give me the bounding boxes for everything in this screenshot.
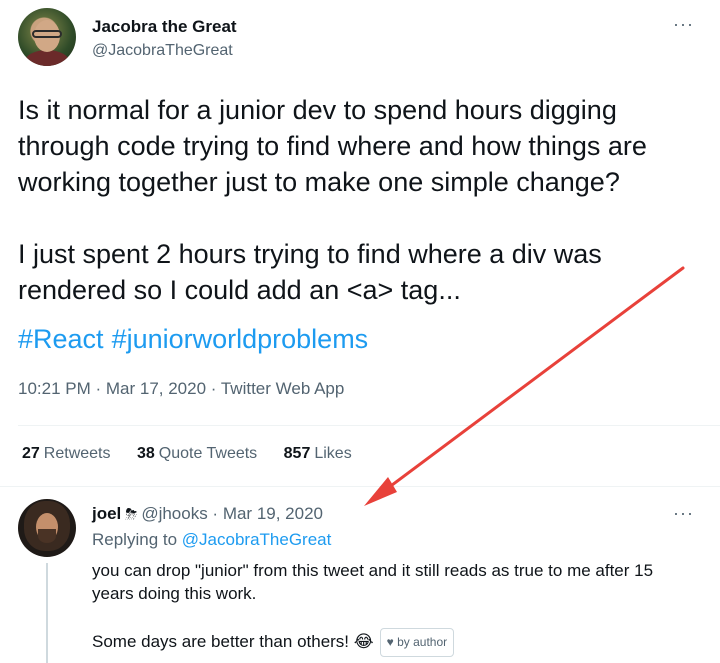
retweets-count: 27 bbox=[22, 445, 40, 462]
likes-label: Likes bbox=[314, 445, 352, 462]
quote-tweets-stat[interactable]: 38 Quote Tweets bbox=[137, 445, 257, 462]
hashtags: #React #juniorworldproblems bbox=[18, 324, 376, 355]
liked-by-author-badge: ♥ by author bbox=[379, 628, 455, 657]
quote-tweets-label: Quote Tweets bbox=[158, 445, 258, 462]
tweet-text-line: I just spent 2 hours trying to find wher… bbox=[18, 239, 602, 269]
likes-count: 857 bbox=[283, 445, 311, 462]
hashtag-react[interactable]: #React bbox=[18, 324, 104, 354]
more-options-icon[interactable]: ··· bbox=[673, 14, 694, 35]
author-name[interactable]: Jacobra the Great bbox=[92, 17, 237, 37]
tweet-timestamp[interactable]: 10:21 PM · Mar 17, 2020 · Twitter Web Ap… bbox=[18, 379, 344, 399]
tweet-text: Is it normal for a junior dev to spend h… bbox=[18, 92, 698, 308]
retweets-stat[interactable]: 27 Retweets bbox=[22, 445, 111, 462]
replying-to-label: Replying to bbox=[92, 530, 178, 549]
more-options-icon[interactable]: ··· bbox=[673, 503, 694, 524]
reply-header: joel ⛈ @jhooks · Mar 19, 2020 bbox=[92, 504, 323, 524]
reply-author-name[interactable]: joel bbox=[92, 504, 121, 523]
liked-by-author-label: by author bbox=[397, 635, 448, 649]
reply-author-avatar[interactable] bbox=[18, 499, 76, 557]
replying-to-mention[interactable]: @JacobraTheGreat bbox=[182, 530, 332, 549]
thread-line bbox=[46, 563, 48, 663]
avatar-shirt bbox=[24, 50, 70, 66]
author-avatar[interactable] bbox=[18, 8, 76, 66]
likes-stat[interactable]: 857 Likes bbox=[284, 445, 352, 462]
tweet-stats: 27 Retweets 38 Quote Tweets 857 Likes bbox=[22, 445, 374, 463]
storm-cloud-icon: ⛈ bbox=[125, 506, 138, 523]
reply-text: you can drop "junior" from this tweet an… bbox=[92, 559, 702, 657]
avatar-beard bbox=[38, 529, 56, 543]
tweet-text-line: Is it normal for a junior dev to spend h… bbox=[18, 95, 617, 125]
divider bbox=[18, 425, 720, 426]
reply-text-line-3: Some days are better than others! 😂 bbox=[92, 631, 374, 651]
quote-tweets-count: 38 bbox=[136, 445, 155, 462]
heart-icon: ♥ bbox=[386, 635, 394, 649]
tweet-text-line: through code trying to find where and ho… bbox=[18, 131, 647, 161]
avatar-glasses bbox=[32, 30, 62, 38]
replying-to: Replying to @JacobraTheGreat bbox=[92, 530, 331, 550]
tweet-text-line: rendered so I could add an <a> tag... bbox=[18, 275, 461, 305]
reply-text-line: you can drop "junior" from this tweet an… bbox=[92, 561, 654, 580]
hashtag-juniorworldproblems[interactable]: #juniorworldproblems bbox=[112, 324, 369, 354]
reply-tweet[interactable]: joel ⛈ @jhooks · Mar 19, 2020 ··· Replying… bbox=[0, 487, 720, 663]
author-handle[interactable]: @JacobraTheGreat bbox=[92, 42, 233, 60]
retweets-label: Retweets bbox=[43, 445, 111, 462]
reply-text-line: years doing this work. bbox=[92, 584, 257, 603]
tweet-text-line: working together just to make one simple… bbox=[18, 167, 620, 197]
reply-author-meta[interactable]: @jhooks · Mar 19, 2020 bbox=[141, 504, 323, 523]
reply-text-line: Some days are better than others! 😂 ♥ by … bbox=[92, 628, 702, 657]
